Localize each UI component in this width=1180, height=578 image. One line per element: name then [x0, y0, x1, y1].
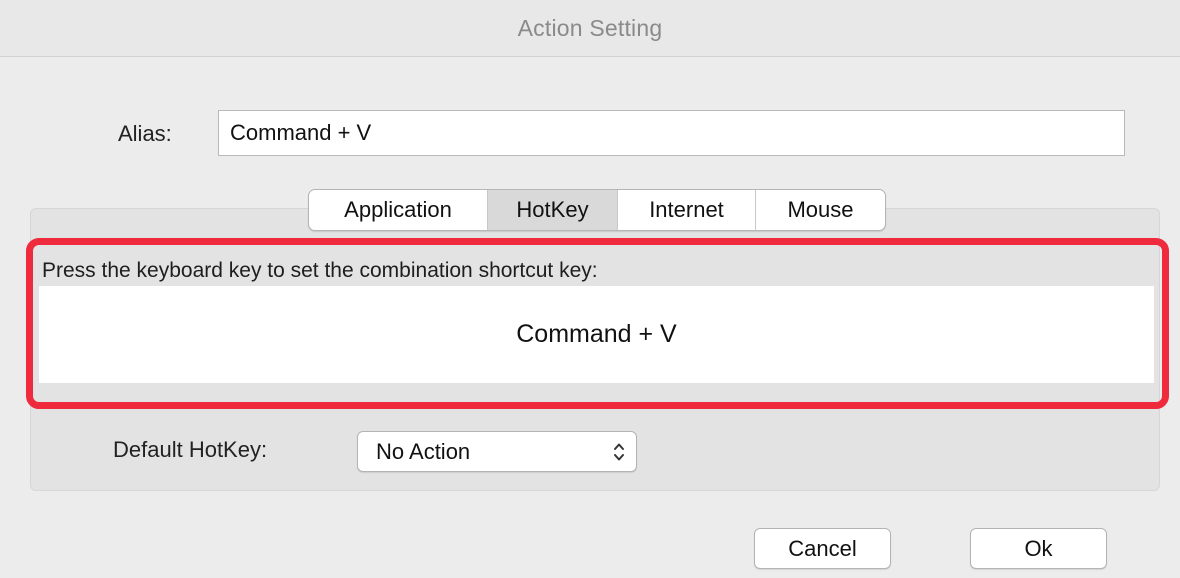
action-setting-dialog: Action Setting Alias: Application HotKey… — [0, 0, 1180, 578]
ok-button[interactable]: Ok — [970, 528, 1107, 569]
alias-input[interactable] — [218, 110, 1125, 156]
tab-application[interactable]: Application — [309, 190, 488, 230]
default-hotkey-value: No Action — [376, 438, 471, 464]
window-title: Action Setting — [517, 14, 663, 41]
tab-mouse[interactable]: Mouse — [756, 190, 885, 230]
alias-label: Alias: — [118, 121, 172, 146]
tab-internet[interactable]: Internet — [618, 190, 756, 230]
tab-hotkey[interactable]: HotKey — [488, 190, 618, 230]
up-down-chevron-icon — [614, 443, 624, 460]
default-hotkey-label: Default HotKey: — [113, 437, 268, 462]
cancel-button[interactable]: Cancel — [754, 528, 891, 569]
default-hotkey-select[interactable]: No Action — [357, 431, 637, 472]
tab-bar: Application HotKey Internet Mouse — [308, 189, 886, 231]
title-bar[interactable]: Action Setting — [0, 0, 1180, 57]
highlight-outline — [26, 238, 1169, 409]
